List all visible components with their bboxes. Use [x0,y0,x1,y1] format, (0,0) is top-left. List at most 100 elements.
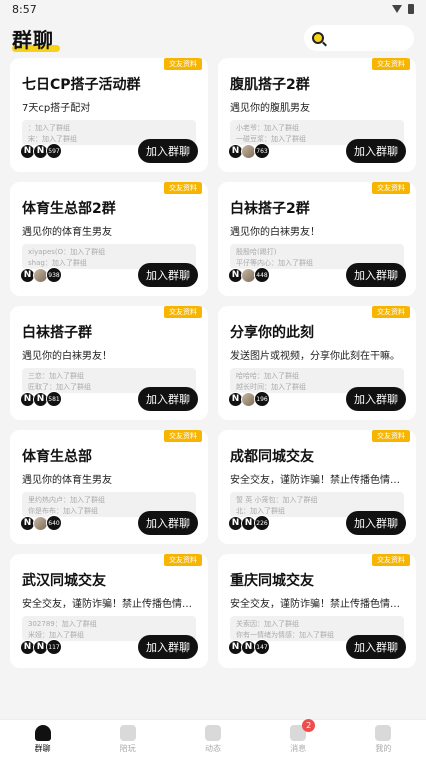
group-card[interactable]: 交友资料 重庆同城交友 安全交友，谨防诈骗！禁止传播色情图片... 关索因：加入… [218,554,416,668]
tab-label: 动态 [204,744,221,753]
group-title: 重庆同城交友 [230,573,314,589]
profile-badge: 交友资料 [372,182,410,194]
join-group-button[interactable]: 加入群聊 [346,139,406,163]
join-group-button[interactable]: 加入群聊 [138,635,198,659]
card-footer: N N 117 加入群聊 [20,634,198,660]
tab-label: 我的 [375,744,392,753]
wifi-icon [392,5,402,13]
card-footer: N 640 加入群聊 [20,510,198,536]
group-title: 成都同城交友 [230,449,314,465]
join-group-button[interactable]: 加入群聊 [346,263,406,287]
page-title: 群聊 [12,24,60,53]
profile-badge: 交友资料 [372,430,410,442]
group-card[interactable]: 交友资料 白袜搭子群 遇见你的白袜男友！ 三恋：加入了群组 匠取了：加入了群组 … [10,306,208,420]
card-footer: N N 147 加入群聊 [228,634,406,660]
member-count: 196 [254,391,270,407]
card-footer: N 938 加入群聊 [20,262,198,288]
group-description: 遇见你的白袜男友！ [230,227,320,238]
profile-badge: 交友资料 [164,58,202,70]
search-button[interactable] [304,25,414,51]
profile-badge: 交友资料 [372,58,410,70]
activity-line: 里约热内卢：加入了群组 [28,496,105,504]
member-count: 640 [46,515,62,531]
group-description: 遇见你的体育生男友 [22,227,112,238]
status-bar: 8:57 [0,0,426,18]
group-grid: 交友资料 七日CP搭子活动群 7天cp搭子配对 ：加入了群组 宋：加入了群组 N… [10,58,416,668]
member-count: 448 [254,267,270,283]
activity-line: 誓 英 小笼包：加入了群组 [236,496,318,504]
group-card[interactable]: 交友资料 成都同城交友 安全交友，谨防诈骗！禁止传播色情图片等... 誓 英 小… [218,430,416,544]
group-title: 分享你的此刻 [230,325,314,341]
group-description: 安全交友，谨防诈骗！禁止传播色情图片... [230,599,404,610]
member-count: 226 [254,515,270,531]
group-card[interactable]: 交友资料 腹肌搭子2群 遇见你的腹肌男友 小老爷：加入了群组 一碰豆浆：加入了群… [218,58,416,172]
join-group-button[interactable]: 加入群聊 [138,139,198,163]
join-group-button[interactable]: 加入群聊 [346,511,406,535]
profile-badge: 交友资料 [164,306,202,318]
bottom-tab-bar: 群聊 陪玩 动态 2 消息 我的 [0,719,426,759]
member-avatars: N N 581 [20,391,62,407]
group-description: 遇见你的体育生男友 [22,475,112,486]
profile-badge: 交友资料 [164,182,202,194]
group-title: 武汉同城交友 [22,573,106,589]
battery-icon [408,4,414,14]
group-card[interactable]: 交友资料 体育生总部 遇见你的体育生男友 里约热内卢：加入了群组 你是布布：加入… [10,430,208,544]
play-icon [119,725,136,741]
card-footer: N 448 加入群聊 [228,262,406,288]
member-avatars: N N 117 [20,639,62,655]
profile-badge: 交友资料 [372,306,410,318]
unread-badge: 2 [302,719,316,732]
member-count: 581 [46,391,62,407]
profile-badge: 交友资料 [164,554,202,566]
member-count: 763 [254,143,270,159]
group-card[interactable]: 交友资料 体育生总部2群 遇见你的体育生男友 xiyapes(O：加入了群组 s… [10,182,208,296]
group-description: 安全交友，谨防诈骗！禁止传播色情图片等... [230,475,404,486]
profile-badge: 交友资料 [164,430,202,442]
group-description: 遇见你的白袜男友！ [22,351,112,362]
member-avatars: N N 147 [228,639,270,655]
group-description: 安全交友，谨防诈骗！禁止传播色情图片... [22,599,196,610]
activity-line: ：加入了群组 [28,124,70,132]
join-group-button[interactable]: 加入群聊 [138,387,198,411]
group-card[interactable]: 交友资料 武汉同城交友 安全交友，谨防诈骗！禁止传播色情图片... 302789… [10,554,208,668]
group-title: 白袜搭子2群 [230,201,310,217]
status-icons [392,4,414,14]
group-icon [34,725,51,741]
join-group-button[interactable]: 加入群聊 [346,387,406,411]
activity-line: 小老爷：加入了群组 [236,124,299,132]
activity-line: xiyapes(O：加入了群组 [28,248,106,256]
tab-message[interactable]: 2 消息 [268,719,328,754]
group-description: 发送图片或视频，分享你此刻在干嘛。 [230,351,400,362]
tab-group[interactable]: 群聊 [13,725,73,754]
tab-profile[interactable]: 我的 [353,725,413,754]
member-avatars: N N 226 [228,515,270,531]
status-time: 8:57 [12,2,37,16]
member-count: 147 [254,639,270,655]
group-card[interactable]: 交友资料 七日CP搭子活动群 7天cp搭子配对 ：加入了群组 宋：加入了群组 N… [10,58,208,172]
member-count: 597 [46,143,62,159]
activity-line: 哈哈哈：加入了群组 [236,372,299,380]
group-card[interactable]: 交友资料 白袜搭子2群 遇见你的白袜男友！ 殷殷哈(踢打) 平仔等内心：加入了群… [218,182,416,296]
activity-line: 殷殷哈(踢打) [236,248,277,256]
tab-moments[interactable]: 动态 [183,725,243,754]
member-count: 117 [46,639,62,655]
group-description: 遇见你的腹肌男友 [230,103,310,114]
member-avatars: N 196 [228,391,270,407]
tab-play[interactable]: 陪玩 [98,725,158,754]
group-card[interactable]: 交友资料 分享你的此刻 发送图片或视频，分享你此刻在干嘛。 哈哈哈：加入了群组 … [218,306,416,420]
join-group-button[interactable]: 加入群聊 [138,511,198,535]
join-group-button[interactable]: 加入群聊 [346,635,406,659]
card-footer: N N 581 加入群聊 [20,386,198,412]
member-avatars: N 938 [20,267,62,283]
tab-label: 陪玩 [119,744,136,753]
tab-label: 群聊 [34,744,51,753]
card-footer: N 196 加入群聊 [228,386,406,412]
header: 群聊 [0,18,426,58]
group-title: 体育生总部2群 [22,201,116,217]
search-icon [312,32,324,44]
card-footer: N N 597 加入群聊 [20,138,198,164]
join-group-button[interactable]: 加入群聊 [138,263,198,287]
activity-line: 三恋：加入了群组 [28,372,84,380]
activity-line: 关索因：加入了群组 [236,620,299,628]
group-title: 七日CP搭子活动群 [22,77,141,93]
